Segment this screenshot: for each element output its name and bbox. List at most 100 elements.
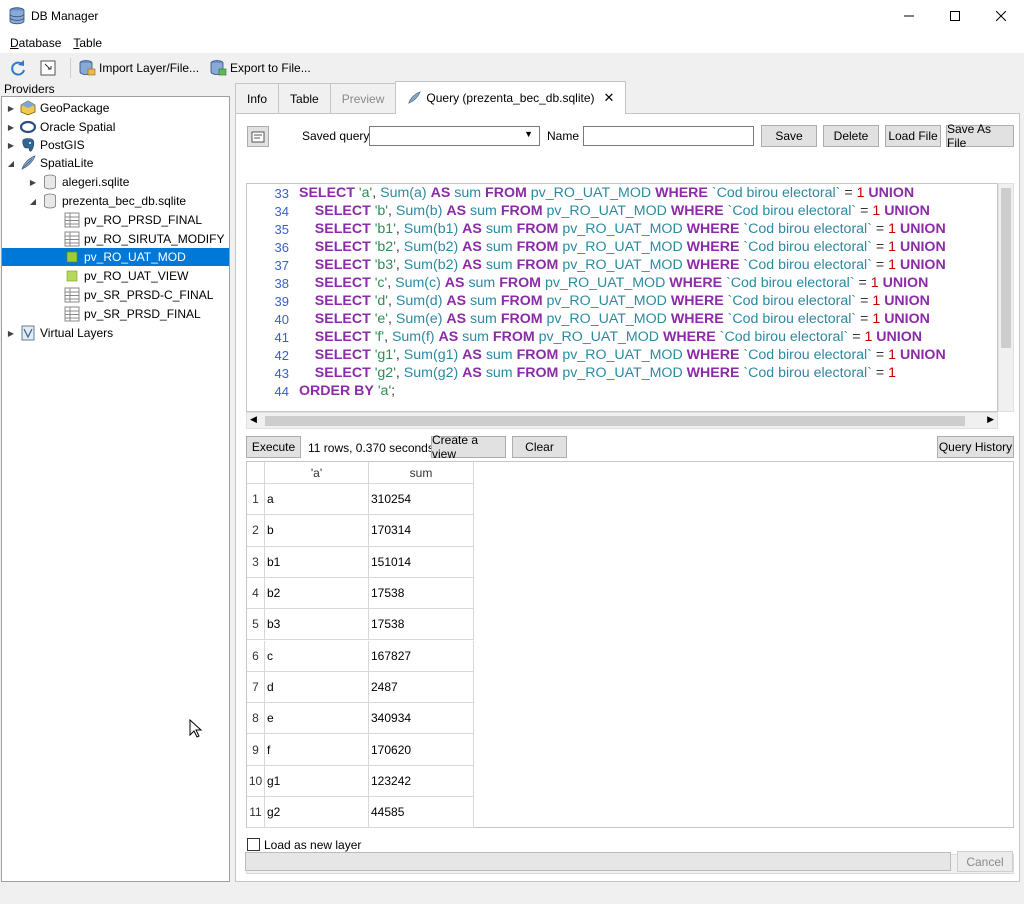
table-cell-sum[interactable]: 340934: [369, 703, 474, 735]
close-tab-icon[interactable]: ✕: [603, 90, 614, 106]
row-number[interactable]: 11: [247, 797, 265, 829]
minimize-button[interactable]: [886, 0, 932, 32]
load-file-button[interactable]: Load File: [885, 125, 941, 147]
collapse-arrow-icon[interactable]: ◢: [28, 197, 38, 206]
row-number[interactable]: 1: [247, 484, 265, 516]
clear-button[interactable]: Clear: [512, 436, 567, 458]
execute-button[interactable]: Execute: [246, 436, 301, 458]
collapse-arrow-icon[interactable]: ◢: [6, 159, 16, 168]
table-cell-sum[interactable]: 2487: [369, 671, 474, 704]
table-cell-sum[interactable]: 44585: [369, 797, 474, 829]
table-cell-sum[interactable]: 17538: [369, 609, 474, 641]
table-cell-a[interactable]: d: [265, 671, 369, 704]
providers-tree[interactable]: ▶ GeoPackage ▶ Oracle Spatial ▶ PostGIS …: [1, 96, 230, 882]
table-cell-a[interactable]: e: [265, 703, 369, 735]
tree-item-pv-ro-uat-mod[interactable]: pv_RO_UAT_MOD: [2, 248, 229, 266]
saved-query-label: Saved query: [302, 129, 370, 143]
tree-item-pv-ro-prsd-final[interactable]: pv_RO_PRSD_FINAL: [64, 211, 202, 229]
row-number[interactable]: 6: [247, 640, 265, 672]
sql-editor[interactable]: 33 SELECT 'a', Sum(a) AS sum FROM pv_RO_U…: [246, 183, 998, 412]
table-cell-a[interactable]: f: [265, 734, 369, 766]
code-line: 37 SELECT 'b3', Sum(b2) AS sum FROM pv_R…: [247, 257, 997, 275]
table-cell-sum[interactable]: 170620: [369, 734, 474, 766]
tree-item-pv-ro-uat-view[interactable]: pv_RO_UAT_VIEW: [64, 267, 188, 285]
tab-table[interactable]: Table: [278, 83, 331, 114]
table-cell-sum[interactable]: 310254: [369, 484, 474, 516]
column-header-a[interactable]: 'a': [265, 462, 369, 484]
editor-vertical-scrollbar[interactable]: [998, 183, 1014, 412]
tree-item-oracle-spatial[interactable]: ▶ Oracle Spatial: [6, 118, 115, 136]
column-header-sum[interactable]: sum: [369, 462, 474, 484]
table-cell-a[interactable]: b1: [265, 546, 369, 578]
table-cell-a[interactable]: c: [265, 640, 369, 672]
tree-item-pv-ro-siruta-modify[interactable]: pv_RO_SIRUTA_MODIFY: [64, 230, 224, 248]
database-icon: [42, 174, 58, 190]
table-cell-a[interactable]: b3: [265, 609, 369, 641]
sql-table: pv_RO_UAT_MOD: [562, 221, 683, 237]
table-cell-sum[interactable]: 17538: [369, 577, 474, 610]
export-file-button[interactable]: Export to File...: [206, 56, 314, 80]
expand-arrow-icon[interactable]: ▶: [6, 104, 16, 113]
import-layer-button[interactable]: Import Layer/File...: [75, 56, 202, 80]
row-number[interactable]: 9: [247, 734, 265, 766]
row-number[interactable]: 7: [247, 671, 265, 704]
row-number[interactable]: 2: [247, 515, 265, 547]
row-number[interactable]: 10: [247, 765, 265, 797]
table-cell-sum[interactable]: 151014: [369, 546, 474, 578]
close-button[interactable]: [978, 0, 1024, 32]
expand-arrow-icon[interactable]: ▶: [6, 141, 16, 150]
table-cell-sum[interactable]: 123242: [369, 765, 474, 797]
create-view-button[interactable]: Create a view: [431, 433, 506, 461]
table-cell-a[interactable]: b2: [265, 577, 369, 610]
cancel-button[interactable]: Cancel: [957, 851, 1013, 872]
maximize-button[interactable]: [932, 0, 978, 32]
sql-window-button[interactable]: [37, 56, 62, 80]
table-cell-a[interactable]: b: [265, 515, 369, 547]
menu-database[interactable]: Database: [4, 36, 67, 50]
tree-item-alegeri-sqlite[interactable]: ▶ alegeri.sqlite: [28, 173, 129, 191]
tree-item-virtual-layers[interactable]: ▶ Virtual Layers: [6, 324, 113, 342]
row-number[interactable]: 8: [247, 703, 265, 735]
tree-item-postgis[interactable]: ▶ PostGIS: [6, 136, 85, 154]
name-input[interactable]: [583, 126, 754, 146]
tree-item-geopackage[interactable]: ▶ GeoPackage: [6, 99, 109, 117]
sql-column: `Cod birou electoral`: [711, 185, 841, 201]
expand-arrow-icon[interactable]: ▶: [6, 329, 16, 338]
row-number[interactable]: 5: [247, 609, 265, 641]
menu-table[interactable]: Table: [67, 36, 108, 50]
tab-info[interactable]: Info: [235, 83, 280, 114]
expand-arrow-icon[interactable]: ▶: [6, 123, 16, 132]
load-as-layer-checkbox[interactable]: [247, 838, 260, 851]
scroll-left-icon[interactable]: ◀: [250, 414, 257, 425]
tree-item-prezenta-bec-db[interactable]: ◢ prezenta_bec_db.sqlite: [28, 192, 186, 210]
sql-keyword: AS: [446, 311, 467, 327]
line-number: 38: [274, 276, 289, 291]
editor-horizontal-scrollbar[interactable]: ◀ ▶: [246, 412, 998, 429]
save-as-file-button[interactable]: Save As File: [946, 122, 1014, 150]
refresh-button[interactable]: [6, 56, 33, 80]
tree-item-pv-sr-prsd-c-final[interactable]: pv_SR_PRSD-C_FINAL: [64, 286, 213, 304]
expand-arrow-icon[interactable]: ▶: [28, 178, 38, 187]
table-cell-sum[interactable]: 167827: [369, 640, 474, 672]
save-button[interactable]: Save: [761, 125, 817, 147]
sql-keyword: FROM: [499, 275, 541, 291]
sql-layer-button[interactable]: [247, 126, 269, 147]
tree-item-pv-sr-prsd-final[interactable]: pv_SR_PRSD_FINAL: [64, 305, 201, 323]
tab-preview[interactable]: Preview: [329, 83, 397, 114]
tree-item-spatialite[interactable]: ◢ SpatiaLite: [6, 154, 93, 172]
saved-query-select[interactable]: ▼: [369, 126, 540, 146]
scroll-thumb[interactable]: [265, 416, 965, 426]
scroll-right-icon[interactable]: ▶: [987, 414, 994, 425]
table-cell-a[interactable]: g2: [265, 797, 369, 829]
code-text: SELECT 'b1', Sum(b1) AS sum FROM pv_RO_U…: [299, 221, 946, 237]
table-cell-a[interactable]: g1: [265, 765, 369, 797]
row-number[interactable]: 3: [247, 546, 265, 578]
delete-button[interactable]: Delete: [823, 125, 879, 147]
results-table[interactable]: 'a' sum 1 a 310254 2 b 170314 3 b1 151014 4 b2 1753…: [246, 461, 1014, 829]
table-cell-sum[interactable]: 170314: [369, 515, 474, 547]
tab-query[interactable]: Query (prezenta_bec_db.sqlite) ✕: [395, 81, 627, 114]
query-history-button[interactable]: Query History: [937, 436, 1014, 458]
scroll-thumb[interactable]: [1001, 188, 1011, 348]
table-cell-a[interactable]: a: [265, 484, 369, 516]
row-number[interactable]: 4: [247, 577, 265, 610]
